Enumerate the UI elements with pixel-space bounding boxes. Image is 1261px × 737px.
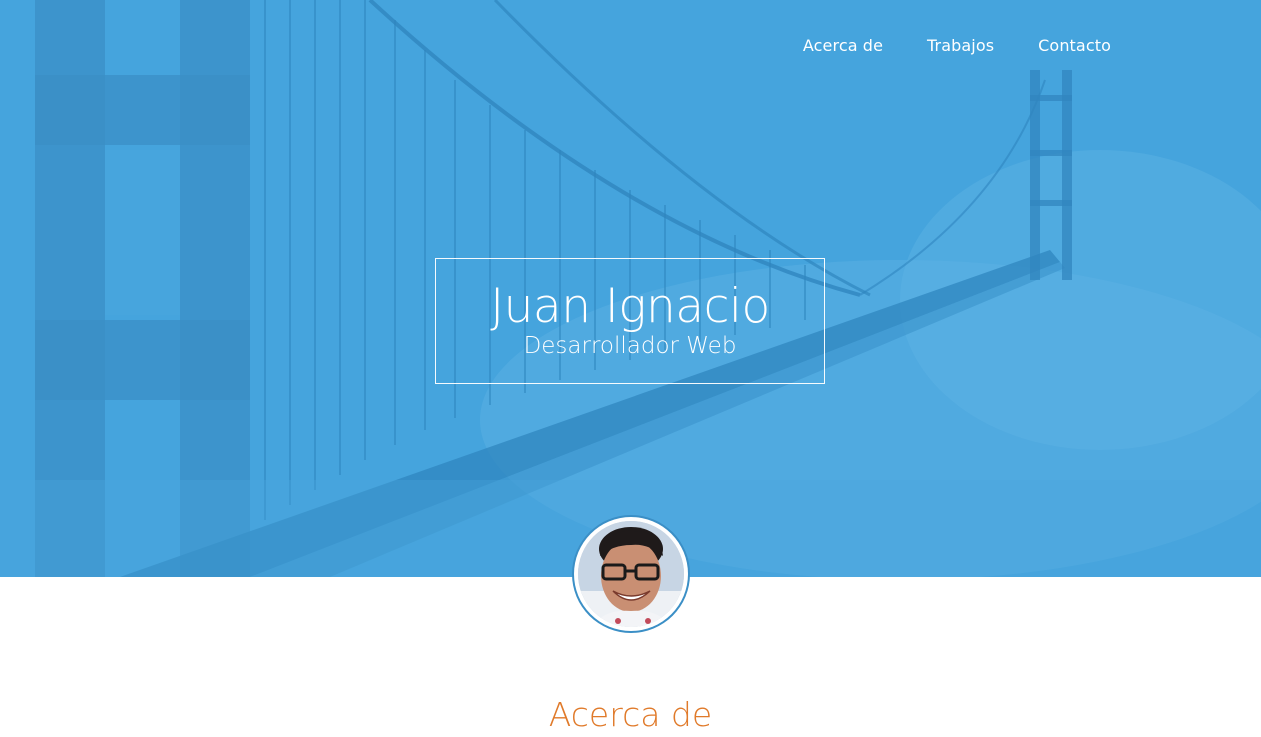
profile-portrait-icon [578, 521, 684, 627]
main-navigation: Acerca de Trabajos Contacto [759, 36, 1111, 55]
hero-title-box: Juan Ignacio Desarrollador Web [435, 258, 825, 384]
hero-name: Juan Ignacio [490, 279, 770, 334]
nav-link-acerca-de[interactable]: Acerca de [803, 36, 883, 55]
hero-role: Desarrollador Web [523, 333, 737, 359]
avatar-photo [578, 521, 684, 627]
about-section-title: Acerca de [548, 695, 713, 735]
avatar [574, 517, 688, 631]
nav-link-trabajos[interactable]: Trabajos [927, 36, 994, 55]
hero-section: Acerca de Trabajos Contacto Juan Ignacio… [0, 0, 1261, 577]
nav-link-contacto[interactable]: Contacto [1038, 36, 1111, 55]
